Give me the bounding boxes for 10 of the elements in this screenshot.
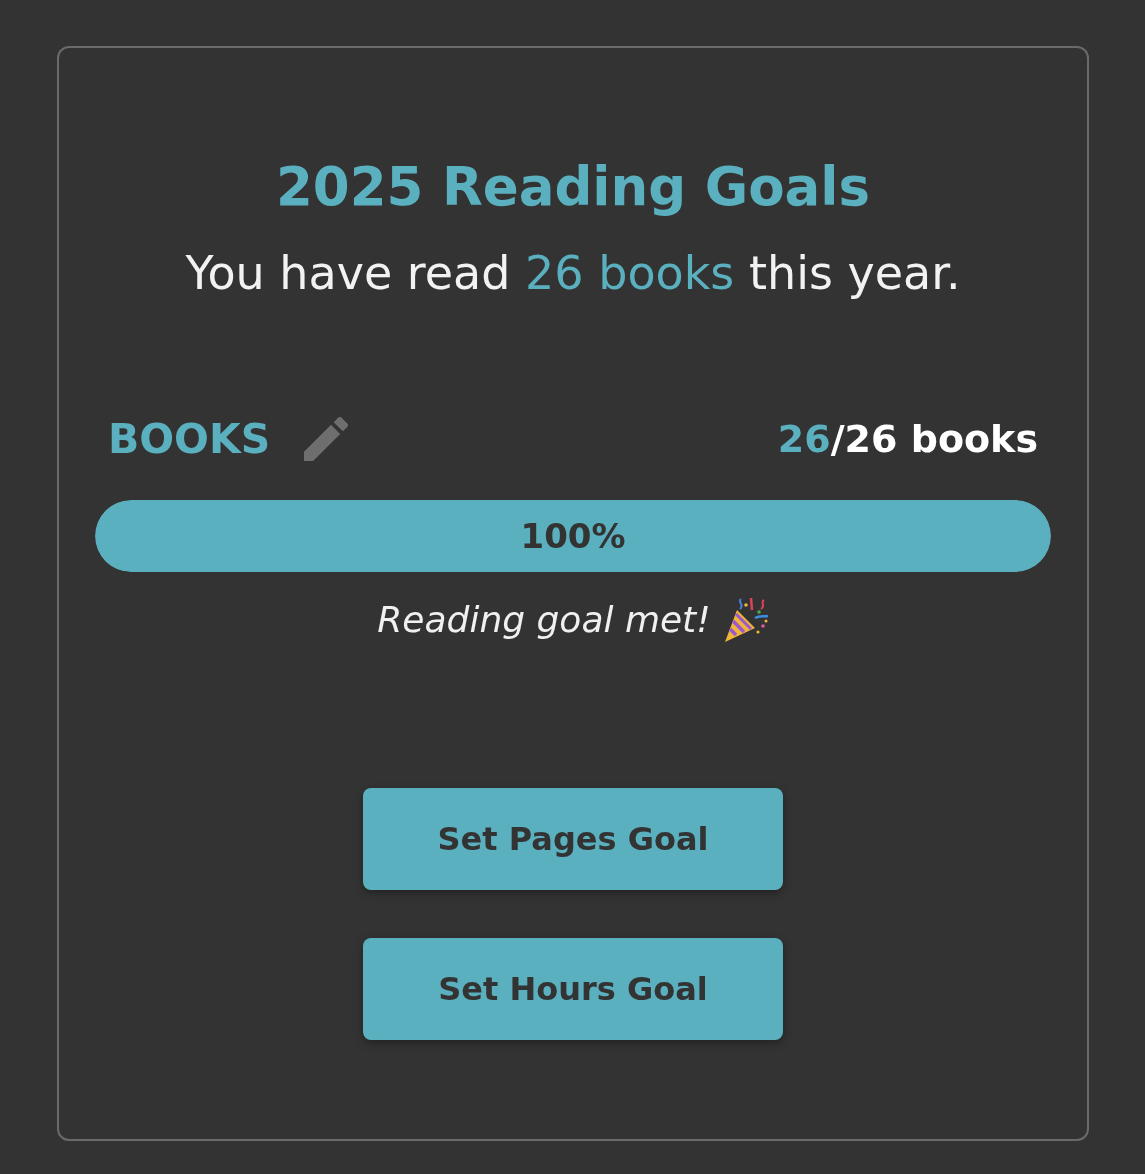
goal-label: BOOKS xyxy=(108,414,271,465)
card-title: 2025 Reading Goals xyxy=(275,157,871,217)
goal-total: /26 books xyxy=(830,416,1038,463)
pencil-icon[interactable] xyxy=(304,417,349,461)
set-goal-button[interactable]: Set Pages Goal xyxy=(363,788,783,890)
goal-message: Reading goal met! xyxy=(377,598,711,642)
summary-text: You have read 26 books this year. xyxy=(185,247,961,299)
current-count: 26 xyxy=(777,416,831,463)
progress-percent: 100% xyxy=(520,516,626,556)
set-goal-button[interactable]: Set Hours Goal xyxy=(363,938,783,1040)
